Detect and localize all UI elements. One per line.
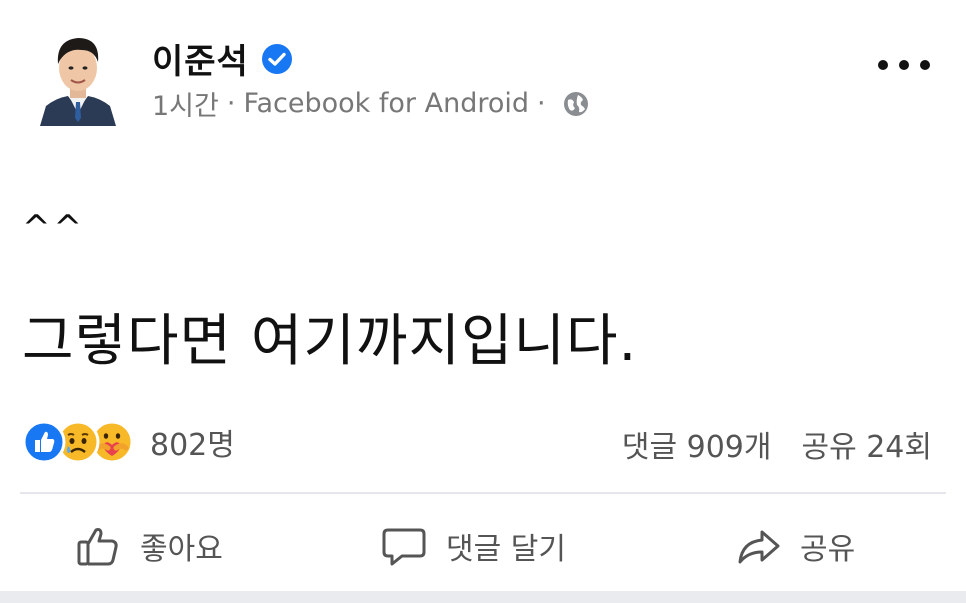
share-label: 공유: [800, 532, 856, 567]
like-icon: [22, 420, 66, 464]
globe-icon: [563, 91, 588, 116]
comment-count[interactable]: 댓글 909개: [622, 422, 772, 466]
thumbs-up-icon: [77, 528, 118, 566]
facebook-post: 이준석 1시간 · Facebook for Android · ^^ 그렇다면…: [0, 0, 966, 603]
share-button[interactable]: 공유: [734, 514, 855, 578]
post-stats: 댓글 909개 공유 24회: [622, 422, 932, 466]
comment-bubble-icon: [382, 528, 426, 566]
reactions-summary[interactable]: 802명: [22, 420, 235, 464]
more-dot: [920, 60, 930, 70]
share-count[interactable]: 공유 24회: [801, 422, 932, 466]
share-arrow-icon: [738, 530, 780, 564]
author-name-text[interactable]: 이준석: [152, 34, 249, 83]
action-bar: 좋아요 댓글 달기 공유: [0, 514, 966, 578]
reaction-count: 802명: [150, 428, 235, 463]
post-meta: 1시간 · Facebook for Android ·: [152, 84, 590, 123]
comment-label: 댓글 달기: [446, 532, 566, 567]
post-source: Facebook for Android: [243, 88, 529, 119]
more-dot: [878, 60, 888, 70]
more-dot: [899, 60, 909, 70]
avatar[interactable]: [36, 18, 120, 126]
like-button[interactable]: 좋아요: [74, 514, 223, 578]
post-text-line-2: 그렇다면 여기까지입니다.: [22, 309, 638, 374]
separator-dot: ·: [537, 88, 546, 119]
divider: [20, 492, 946, 494]
comment-button[interactable]: 댓글 달기: [380, 514, 566, 578]
separator-dot: ·: [226, 88, 236, 119]
like-label: 좋아요: [140, 532, 223, 567]
more-options-button[interactable]: [878, 50, 930, 80]
post-time[interactable]: 1시간: [152, 84, 219, 123]
bottom-separator: [0, 591, 966, 603]
post-text-line-1: ^^: [22, 208, 85, 248]
verified-badge-icon: [261, 43, 292, 74]
author-name[interactable]: 이준석: [152, 34, 293, 83]
